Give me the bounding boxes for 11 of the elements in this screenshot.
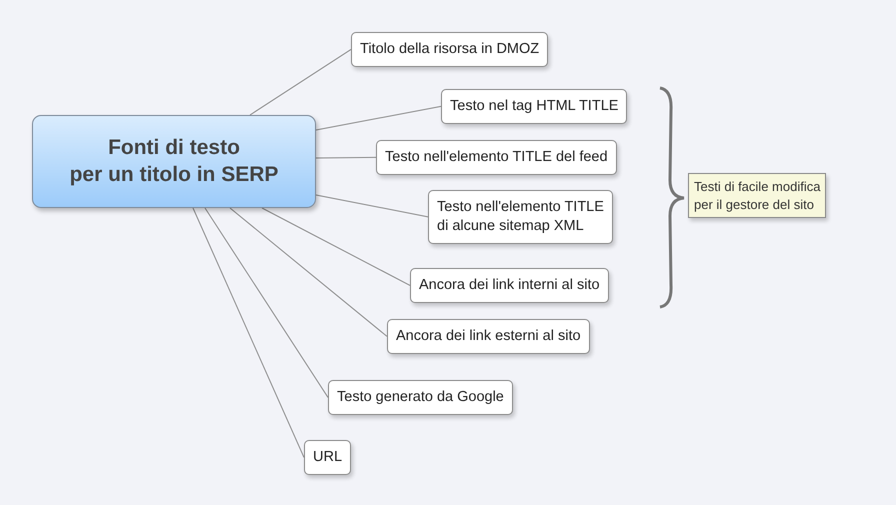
summary-note: Testi di facile modifica per il gestore del sito — [688, 173, 826, 218]
central-topic: Fonti di testo per un titolo in SERP — [32, 115, 316, 208]
subtopic-node: Ancora dei link interni al sito — [410, 268, 609, 303]
subtopic-node: Testo nell'elemento TITLE di alcune sitemap XML — [428, 190, 613, 244]
subtopic-node: URL — [304, 440, 352, 475]
subtopic-node: Ancora dei link esterni al sito — [387, 319, 590, 354]
subtopic-node: Titolo della risorsa in DMOZ — [351, 32, 548, 67]
subtopic-node: Testo generato da Google — [328, 380, 513, 415]
subtopic-node: Testo nell'elemento TITLE del feed — [376, 140, 617, 175]
subtopic-node: Testo nel tag HTML TITLE — [441, 89, 628, 124]
connector-line — [316, 156, 376, 158]
